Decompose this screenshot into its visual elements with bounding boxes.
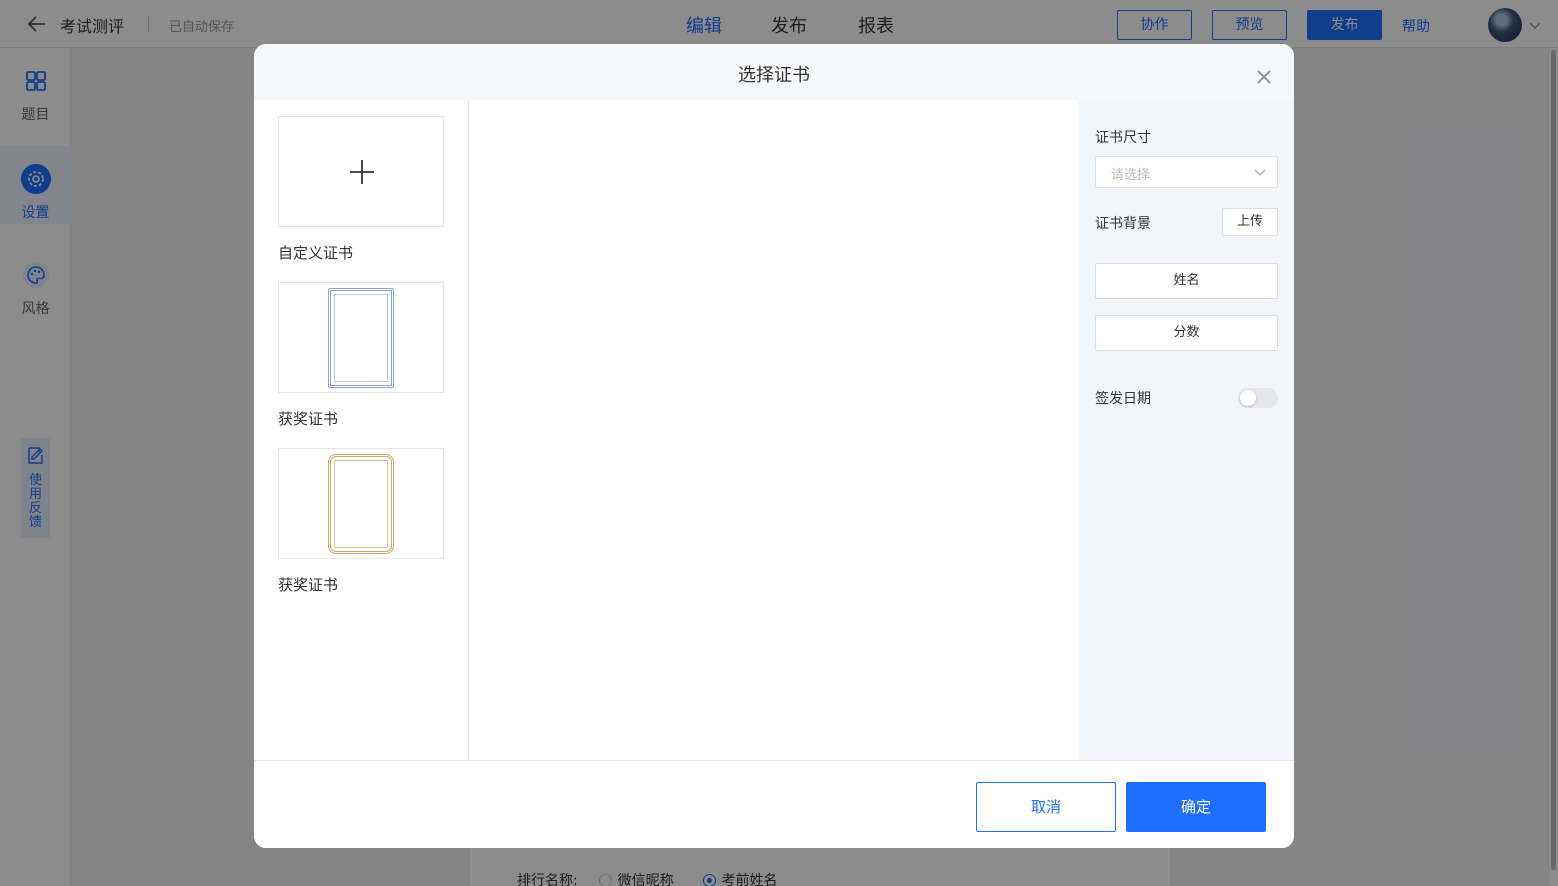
cancel-button[interactable]: 取消	[976, 782, 1116, 832]
issue-date-toggle[interactable]	[1238, 388, 1278, 408]
size-label: 证书尺寸	[1095, 130, 1151, 146]
template-card-award-blue[interactable]	[278, 282, 444, 393]
certificate-preview	[469, 100, 1079, 760]
dialog-footer: 取消 确定	[254, 760, 1294, 848]
certificate-properties: 证书尺寸 请选择 证书背景 上传 姓名 分数 签发日期	[1079, 100, 1294, 760]
template-name: 获奖证书	[278, 410, 339, 428]
size-select-placeholder: 请选择	[1111, 168, 1151, 183]
template-card-award-gold[interactable]	[278, 448, 444, 559]
dialog-title: 选择证书	[738, 65, 810, 86]
certificate-dialog: 选择证书 自定义证书 获奖证书 获奖证书 证书尺寸 请选择 证书背景 上传 姓名…	[254, 44, 1294, 848]
plus-icon	[350, 160, 374, 184]
issue-date-label: 签发日期	[1095, 391, 1151, 407]
chevron-down-icon	[1254, 169, 1266, 176]
confirm-button[interactable]: 确定	[1126, 782, 1266, 832]
template-list: 自定义证书 获奖证书 获奖证书	[254, 100, 469, 760]
dialog-header: 选择证书	[254, 44, 1294, 100]
template-name: 自定义证书	[278, 244, 354, 262]
name-field-button[interactable]: 姓名	[1095, 263, 1278, 299]
certificate-thumbnail	[328, 454, 394, 554]
template-name: 获奖证书	[278, 576, 339, 594]
certificate-thumbnail	[328, 288, 394, 388]
score-field-button[interactable]: 分数	[1095, 315, 1278, 351]
close-icon[interactable]	[1254, 67, 1274, 87]
upload-button[interactable]: 上传	[1222, 208, 1278, 236]
template-card-custom[interactable]	[278, 116, 444, 227]
size-select[interactable]: 请选择	[1095, 156, 1278, 188]
background-label: 证书背景	[1095, 216, 1151, 232]
toggle-knob	[1240, 390, 1256, 406]
